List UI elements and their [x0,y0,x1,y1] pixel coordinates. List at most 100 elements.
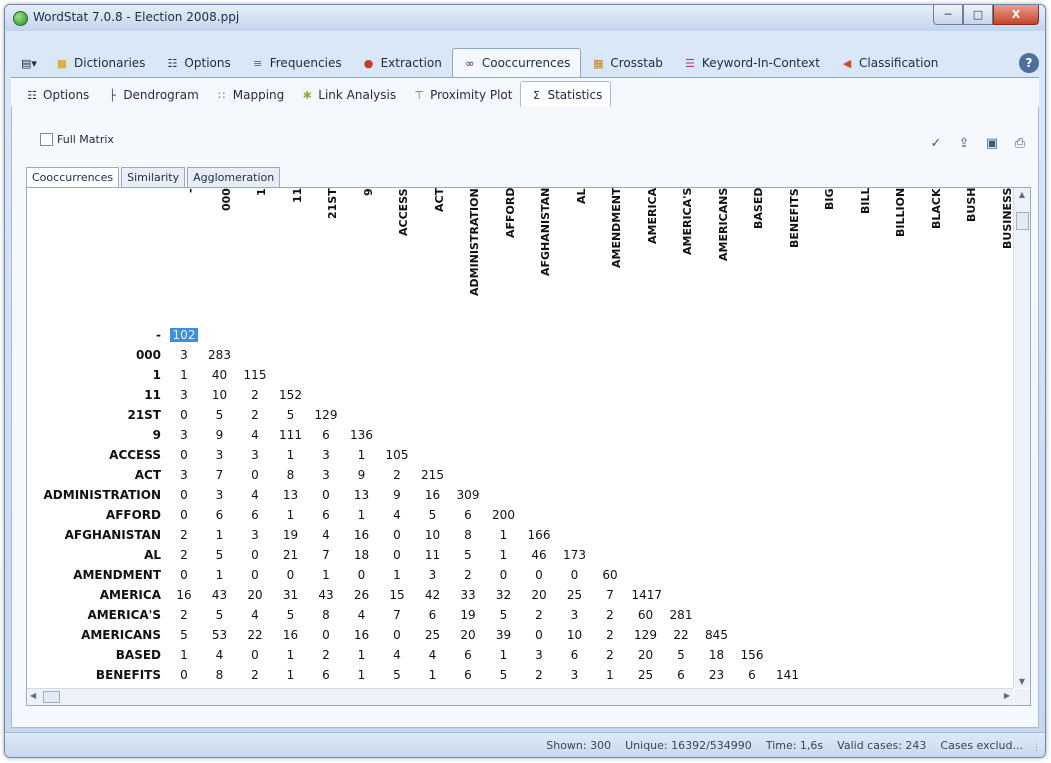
matrix-cell[interactable]: 1 [170,368,198,382]
matrix-cell[interactable]: 845 [703,628,731,642]
matrix-cell[interactable]: 0 [383,528,411,542]
matrix-cell[interactable]: 173 [561,548,589,562]
matrix-cell[interactable]: 0 [170,668,198,682]
matrix-cell[interactable]: 2 [170,608,198,622]
matrix-cell[interactable]: 0 [525,568,553,582]
vertical-scrollbar[interactable]: ▲ ▼ [1013,188,1030,688]
edit-icon[interactable]: ✓ [928,135,944,151]
matrix-cell[interactable]: 5 [454,548,482,562]
stat-tab-cooccurrences[interactable]: Cooccurrences [26,167,120,187]
matrix-cell[interactable]: 7 [206,468,234,482]
matrix-cell[interactable]: 6 [454,668,482,682]
matrix-cell[interactable]: 4 [241,608,269,622]
matrix-cell[interactable]: 21 [277,548,305,562]
matrix-cell[interactable]: 10 [561,628,589,642]
matrix-cell[interactable]: 4 [312,528,340,542]
matrix-cell[interactable]: 6 [419,608,447,622]
matrix-cell[interactable]: 4 [383,508,411,522]
matrix-cell[interactable]: 3 [525,648,553,662]
matrix-cell[interactable]: 6 [667,668,695,682]
matrix-cell[interactable]: 1 [312,568,340,582]
matrix-cell[interactable]: 7 [383,608,411,622]
matrix-cell[interactable]: 16 [348,628,376,642]
matrix-cell[interactable]: 2 [596,608,624,622]
matrix-cell[interactable]: 2 [525,668,553,682]
matrix-cell[interactable]: 4 [206,648,234,662]
matrix-cell[interactable]: 11 [419,548,447,562]
matrix-cell[interactable]: 2 [241,408,269,422]
matrix-cell[interactable]: 2 [170,548,198,562]
tab-extraction[interactable]: ● Extraction [352,49,452,77]
matrix-cell[interactable]: 0 [241,548,269,562]
tab-dictionaries[interactable]: ■ Dictionaries [45,49,155,77]
matrix-cell[interactable]: 43 [206,588,234,602]
matrix-cell[interactable]: 13 [348,488,376,502]
checkbox-box[interactable] [40,133,53,146]
matrix-cell[interactable]: 25 [419,628,447,642]
matrix-cell[interactable]: 0 [383,548,411,562]
matrix-cell[interactable]: 6 [312,508,340,522]
matrix-cell[interactable]: 1 [348,508,376,522]
matrix-cell[interactable]: 5 [206,408,234,422]
matrix-cell[interactable]: 10 [419,528,447,542]
matrix-cell[interactable]: 1 [277,668,305,682]
matrix-cell[interactable]: 7 [312,548,340,562]
matrix-cell[interactable]: 215 [419,468,447,482]
matrix-cell[interactable]: 3 [170,348,198,362]
matrix-cell[interactable]: 6 [454,508,482,522]
matrix-cell[interactable]: 32 [490,588,518,602]
matrix-cell[interactable]: 0 [241,568,269,582]
matrix-cell[interactable]: 0 [277,568,305,582]
matrix-cell[interactable]: 3 [419,568,447,582]
matrix-cell[interactable]: 1 [206,528,234,542]
matrix-cell[interactable]: 15 [383,588,411,602]
matrix-cell[interactable]: 31 [277,588,305,602]
matrix-cell[interactable]: 8 [206,668,234,682]
help-icon[interactable]: ? [1019,53,1039,73]
matrix-cell[interactable]: 5 [277,408,305,422]
horizontal-scrollbar[interactable]: ◀ ▶ [27,688,1013,705]
matrix-cell[interactable]: 200 [490,508,518,522]
matrix-cell[interactable]: 136 [348,428,376,442]
matrix-cell[interactable]: 1 [277,448,305,462]
matrix-cell[interactable]: 7 [596,588,624,602]
matrix-cell[interactable]: 6 [312,668,340,682]
matrix-cell[interactable]: 8 [454,528,482,542]
matrix-cell[interactable]: 1 [277,648,305,662]
matrix-cell[interactable]: 60 [632,608,660,622]
matrix-cell[interactable]: 0 [312,628,340,642]
matrix-cell[interactable]: 1 [348,668,376,682]
print-icon[interactable]: ⎙ [1012,135,1028,151]
matrix-cell[interactable]: 5 [206,548,234,562]
matrix-cell[interactable]: 3 [241,528,269,542]
matrix-cell[interactable]: 13 [277,488,305,502]
matrix-cell[interactable]: 105 [383,448,411,462]
matrix-cell[interactable]: 129 [312,408,340,422]
matrix-cell[interactable]: 111 [277,428,305,442]
matrix-cell[interactable]: 0 [383,628,411,642]
matrix-cell[interactable]: 3 [206,448,234,462]
matrix-cell[interactable]: 3 [241,448,269,462]
matrix-cell[interactable]: 4 [241,488,269,502]
matrix-cell[interactable]: 1 [348,648,376,662]
matrix-cell[interactable]: 9 [383,488,411,502]
subtab-options[interactable]: ☷ Options [17,82,97,108]
matrix-cell[interactable]: 0 [170,508,198,522]
matrix-cell[interactable]: 8 [312,608,340,622]
tab-document-menu[interactable]: ▤▾ [11,49,45,77]
matrix-cell[interactable]: 0 [241,648,269,662]
matrix-cell[interactable]: 0 [312,488,340,502]
matrix-cell[interactable]: 3 [170,388,198,402]
matrix-cell[interactable]: 283 [206,348,234,362]
matrix-cell[interactable]: 5 [383,668,411,682]
matrix-cell[interactable]: 18 [703,648,731,662]
matrix-cell[interactable]: 6 [561,648,589,662]
matrix-cell[interactable]: 3 [170,428,198,442]
matrix-cell[interactable]: 25 [561,588,589,602]
matrix-cell[interactable]: 5 [206,608,234,622]
matrix-cell[interactable]: 129 [632,628,660,642]
matrix-cell[interactable]: 156 [738,648,766,662]
scroll-thumb[interactable] [1016,212,1029,230]
matrix-cell[interactable]: 0 [170,488,198,502]
matrix-cell[interactable]: 20 [525,588,553,602]
